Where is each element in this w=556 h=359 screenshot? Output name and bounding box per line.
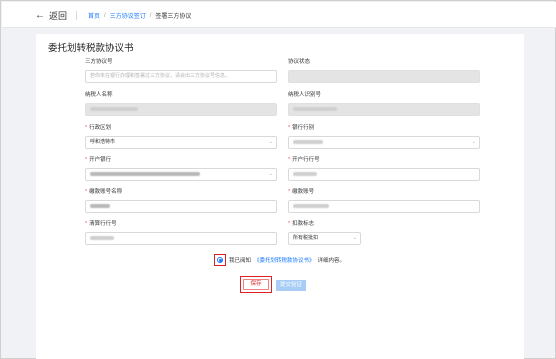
required-mark: * — [85, 125, 88, 131]
taxpayer-name-field: 纳税人名称 — [85, 91, 277, 116]
radio-dot — [218, 258, 222, 262]
agreement-radio[interactable] — [217, 257, 223, 263]
required-mark: * — [288, 157, 291, 163]
back-label: 返回 — [49, 11, 68, 21]
open-bank-label: 开户银行 — [89, 157, 112, 163]
deduct-flag-field: * 扣款标志 所有税批扣 ⌄ — [288, 220, 480, 245]
payer-account-no-input[interactable] — [288, 200, 480, 213]
open-bank-code-label: 开户行行号 — [292, 157, 320, 163]
required-mark: * — [85, 157, 88, 163]
breadcrumb-separator: / — [149, 12, 152, 19]
redacted-value — [293, 139, 323, 144]
agreement-no-input[interactable]: 若你未在银行办理和签署过三方协议，请会出三方协议号信息。 — [85, 70, 277, 83]
top-bar: ← 返回 首页 / 三方协议签订 / 签署三方协议 — [2, 2, 556, 28]
agreement-row: 我已阅知 《委托划转税款协议书》 详细内容。 — [214, 254, 345, 266]
bank-category-select[interactable]: ⌄ — [288, 136, 480, 149]
clearing-bank-label-wrap: * 清算行行号 — [85, 220, 277, 229]
required-mark: * — [288, 189, 291, 195]
taxpayer-name-label: 纳税人名称 — [85, 92, 113, 98]
open-bank-code-label-wrap: * 开户行行号 — [288, 156, 480, 165]
bank-category-label: 银行行别 — [292, 125, 315, 131]
breadcrumb: 首页 / 三方协议签订 / 签署三方协议 — [88, 11, 192, 21]
required-mark: * — [288, 125, 291, 131]
region-value: 呼和浩特市 — [90, 139, 116, 145]
submit-verify-button[interactable]: 提交验证 — [276, 279, 306, 291]
breadcrumb-home[interactable]: 首页 — [88, 11, 100, 20]
chevron-down-icon: ⌄ — [352, 235, 357, 241]
payer-account-name-input[interactable] — [85, 200, 277, 213]
redacted-value — [90, 171, 200, 176]
breadcrumb-separator: / — [104, 12, 106, 19]
deduct-flag-label-wrap: * 扣款标志 — [288, 220, 480, 229]
open-bank-field: * 开户银行 ⌄ — [85, 156, 277, 181]
region-field: * 行政区划 呼和浩特市 ⌄ — [85, 124, 277, 149]
agreement-radio-highlight[interactable] — [214, 254, 226, 266]
bank-category-field: * 银行行别 ⌄ — [288, 124, 480, 149]
agreement-suffix: 详细内容。 — [317, 258, 346, 264]
form-card: 委托划转税款协议书 三方协议号 若你未在银行办理和签署过三方协议，请会出三方协议… — [36, 34, 524, 359]
required-mark: * — [85, 189, 88, 195]
redacted-value — [90, 235, 114, 240]
chevron-down-icon: ⌄ — [471, 139, 476, 145]
open-bank-label-wrap: * 开户银行 — [85, 156, 277, 165]
agreement-prefix: 我已阅知 — [229, 258, 252, 264]
deduct-flag-label: 扣款标志 — [292, 221, 315, 227]
open-bank-code-input[interactable] — [288, 168, 480, 181]
deduct-flag-select[interactable]: 所有税批扣 ⌄ — [288, 232, 361, 245]
redacted-value — [90, 106, 138, 111]
agreement-no-label: 三方协议号 — [85, 59, 113, 65]
agreement-status-field: 协议状态 — [288, 58, 480, 83]
required-mark: * — [288, 221, 291, 227]
payer-account-no-field: * 缴款账号 — [288, 188, 480, 213]
agreement-no-field: 三方协议号 若你未在银行办理和签署过三方协议，请会出三方协议号信息。 — [85, 58, 277, 83]
page-title: 委托划转税款协议书 — [48, 43, 134, 54]
redacted-value — [293, 203, 329, 208]
clearing-bank-field: * 清算行行号 — [85, 220, 277, 245]
redacted-value — [90, 203, 110, 208]
payer-account-name-label-wrap: * 缴款账号名称 — [85, 188, 277, 197]
agreement-status-input — [288, 70, 480, 83]
save-button[interactable]: 保存 — [243, 279, 269, 290]
bank-category-label-wrap: * 银行行别 — [288, 124, 480, 133]
taxpayer-id-input — [288, 103, 480, 116]
back-button[interactable]: ← 返回 — [35, 9, 67, 22]
chevron-down-icon: ⌄ — [268, 171, 273, 177]
arrow-left-icon: ← — [35, 10, 45, 21]
save-button-highlight: 保存 — [240, 276, 272, 293]
agreement-doc-link[interactable]: 《委托划转税款协议书》 — [254, 256, 315, 264]
region-label-wrap: * 行政区划 — [85, 124, 277, 133]
region-label: 行政区划 — [89, 125, 112, 131]
redacted-value — [293, 106, 337, 111]
chevron-down-icon: ⌄ — [268, 139, 273, 145]
action-buttons: 保存 提交验证 — [240, 276, 306, 293]
taxpayer-id-field: 纳税人识别号 — [288, 91, 480, 116]
clearing-bank-label: 清算行行号 — [89, 221, 117, 227]
deduct-flag-value: 所有税批扣 — [293, 235, 319, 241]
agreement-status-label: 协议状态 — [288, 59, 311, 65]
divider — [76, 11, 77, 20]
payer-account-name-label: 缴款账号名称 — [89, 189, 123, 195]
taxpayer-id-label: 纳税人识别号 — [288, 92, 322, 98]
redacted-value — [293, 171, 317, 176]
breadcrumb-agreement-signing[interactable]: 三方协议签订 — [110, 11, 146, 20]
open-bank-code-field: * 开户行行号 — [288, 156, 480, 181]
required-mark: * — [85, 221, 88, 227]
breadcrumb-current: 签署三方协议 — [155, 14, 192, 20]
payer-account-no-label: 缴款账号 — [292, 189, 315, 195]
taxpayer-name-input — [85, 103, 277, 116]
window-frame: ← 返回 首页 / 三方协议签订 / 签署三方协议 委托划转税款协议书 三方协议… — [0, 0, 556, 359]
open-bank-select[interactable]: ⌄ — [85, 168, 277, 181]
region-select[interactable]: 呼和浩特市 ⌄ — [85, 136, 277, 149]
payer-account-no-label-wrap: * 缴款账号 — [288, 188, 480, 197]
clearing-bank-input[interactable] — [85, 232, 277, 245]
payer-account-name-field: * 缴款账号名称 — [85, 188, 277, 213]
